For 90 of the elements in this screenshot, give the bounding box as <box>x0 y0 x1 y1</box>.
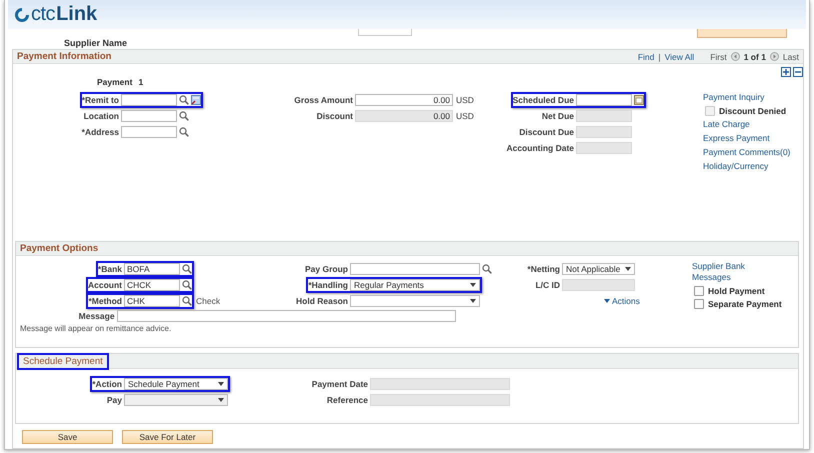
currency-label: USD <box>456 94 474 104</box>
caret-icon <box>625 266 631 270</box>
field-label: Account <box>88 280 123 290</box>
readonly-field <box>576 126 632 138</box>
field-label: *Action <box>92 378 123 388</box>
input-field[interactable]: CHK <box>124 294 180 306</box>
caret-icon <box>470 282 476 286</box>
payment-number: 1 <box>138 77 144 87</box>
checkbox[interactable] <box>694 286 704 296</box>
plus-icon <box>783 69 789 75</box>
currency-label: USD <box>456 110 474 120</box>
checkbox-label: Separate Payment <box>708 299 782 309</box>
field-label: Location <box>84 110 120 120</box>
search-icon[interactable] <box>482 264 492 274</box>
link[interactable]: Express Payment <box>703 133 790 144</box>
link[interactable]: Holiday/Currency <box>703 161 790 172</box>
search-icon[interactable] <box>182 264 192 274</box>
previous-icon[interactable] <box>730 52 740 61</box>
field-label: Supplier Name <box>64 38 128 49</box>
separator-text: | <box>658 52 661 62</box>
search-icon[interactable] <box>179 110 189 120</box>
readonly-field <box>576 142 632 154</box>
message-field[interactable] <box>116 310 456 322</box>
section-title: Schedule Payment <box>17 352 109 370</box>
section-title: Payment Options <box>20 243 98 254</box>
link[interactable]: Payment Comments(0) <box>703 147 790 158</box>
field-label: *Netting <box>527 264 561 274</box>
checkbox-label: Hold Payment <box>708 286 765 296</box>
calendar-icon[interactable] <box>634 94 644 104</box>
checkbox[interactable] <box>694 299 704 309</box>
input-field[interactable] <box>121 126 177 138</box>
section-title: Payment Information <box>17 51 112 62</box>
field-label: Payment <box>97 77 132 87</box>
search-icon[interactable] <box>179 126 189 136</box>
input-field[interactable] <box>121 94 177 106</box>
link[interactable]: Payment Inquiry <box>703 92 790 103</box>
field-label: *Handling <box>308 280 349 290</box>
amount-field[interactable]: 0.00 <box>355 94 453 106</box>
caret-icon <box>604 299 610 303</box>
field-label: Discount <box>316 110 354 120</box>
field-label: Pay <box>106 394 123 404</box>
field-label: Reference <box>326 394 369 404</box>
dropdown[interactable]: Not Applicable <box>562 262 635 274</box>
search-icon[interactable] <box>182 296 192 306</box>
find-link[interactable]: Find <box>638 52 654 62</box>
field-label: *Method <box>88 296 123 306</box>
actions-link[interactable]: Actions <box>604 296 692 306</box>
field-label: Scheduled Due <box>512 94 575 104</box>
field-label: L/C ID <box>535 280 561 290</box>
row-count: 1 of 1 <box>744 52 766 62</box>
caret-icon <box>218 382 224 386</box>
date-field[interactable] <box>576 94 632 106</box>
next-icon[interactable] <box>770 52 779 61</box>
field-label: Net Due <box>542 110 575 120</box>
caret-icon <box>470 298 476 302</box>
field-label: Message <box>78 310 116 320</box>
add-row-button[interactable] <box>781 67 791 77</box>
field-label: Pay Group <box>305 264 349 274</box>
field-label: Hold Reason <box>296 296 349 306</box>
input-field[interactable] <box>121 110 177 122</box>
field-label: Accounting Date <box>506 142 575 152</box>
link[interactable]: Late Charge <box>703 119 790 130</box>
view-all-link[interactable]: View All <box>664 52 694 62</box>
input-field[interactable]: BOFA <box>124 262 180 274</box>
input-field[interactable] <box>350 262 480 274</box>
detail-window-icon[interactable] <box>191 94 201 104</box>
ctclink-logo: ctcLink <box>14 3 98 26</box>
delete-row-button[interactable] <box>793 67 803 77</box>
readonly-field <box>576 110 632 122</box>
method-description: Check <box>196 296 220 306</box>
first-label: First <box>710 52 727 62</box>
dropdown[interactable]: Regular Payments <box>350 278 480 290</box>
input-field[interactable]: CHCK <box>124 278 180 290</box>
search-icon[interactable] <box>179 94 189 104</box>
hint-text: Message will appear on remittance advice. <box>20 324 172 333</box>
action-button[interactable]: Save For Later <box>122 430 213 444</box>
field-label: *Bank <box>98 264 123 274</box>
search-icon[interactable] <box>182 280 192 290</box>
last-label: Last <box>782 52 799 62</box>
field-label: Payment Date <box>312 378 369 388</box>
dropdown[interactable]: Schedule Payment <box>124 378 228 390</box>
link[interactable]: Supplier Bank Messages <box>692 261 752 283</box>
partial-input-field[interactable] <box>358 29 412 36</box>
field-label: Discount Due <box>519 126 575 136</box>
field-label: *Address <box>82 126 120 136</box>
checkbox-label: Discount Denied <box>719 106 786 116</box>
field-label: Gross Amount <box>294 94 354 104</box>
caret-icon <box>218 398 224 402</box>
minus-icon <box>795 71 801 73</box>
action-button[interactable]: Save <box>22 430 113 444</box>
